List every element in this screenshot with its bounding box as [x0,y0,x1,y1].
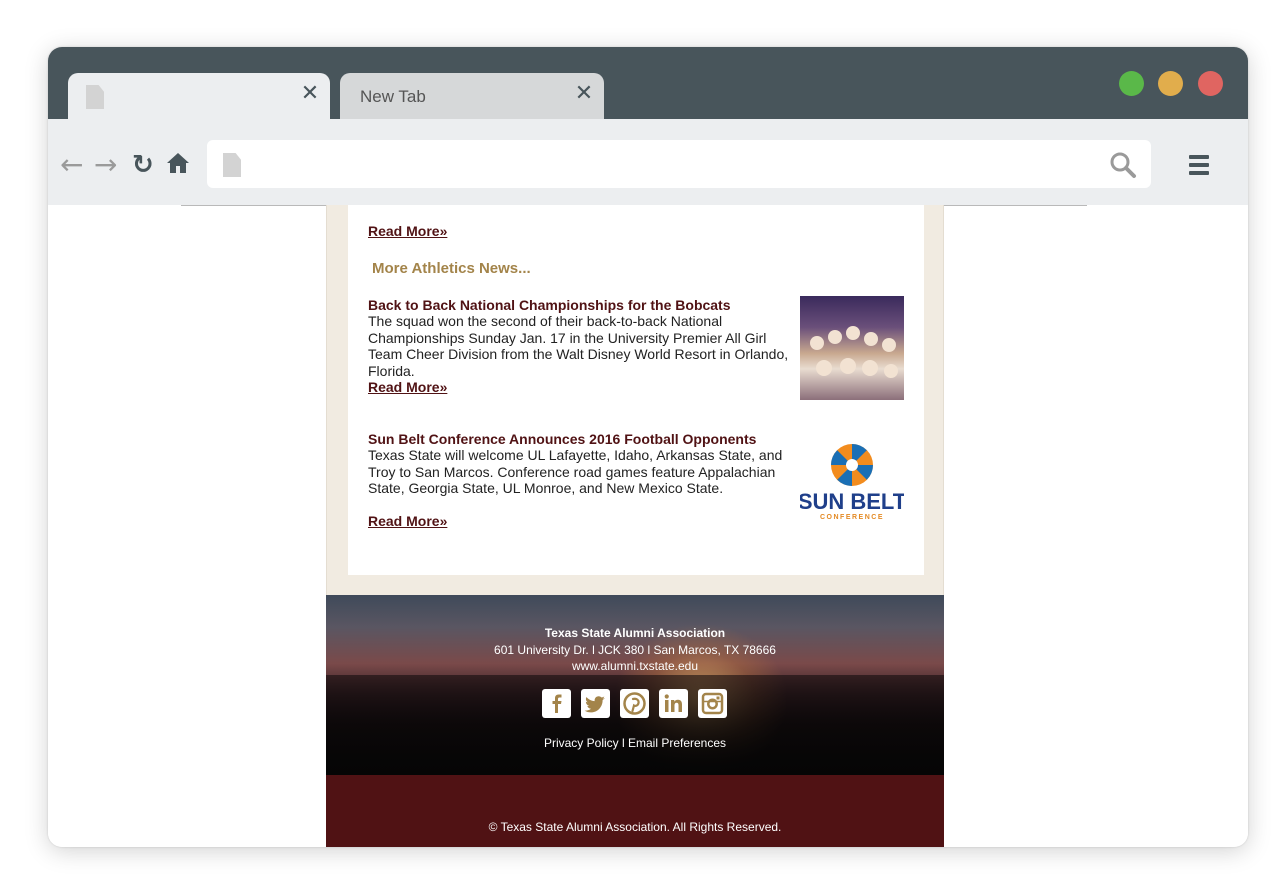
read-more-link[interactable]: Read More» [368,513,447,529]
read-more-link[interactable]: Read More» [368,379,447,395]
tab-new-tab-label: New Tab [360,87,426,106]
footer-org-name: Texas State Alumni Association [544,626,726,640]
tab-active[interactable]: ✕ [68,73,330,119]
pinterest-icon[interactable] [620,689,649,718]
footer-url-link[interactable]: www.alumni.txstate.edu [326,659,944,673]
sun-belt-logo-subtext: CONFERENCE [820,514,884,521]
close-window-button[interactable] [1198,71,1223,96]
back-arrow-icon[interactable]: ← [60,151,83,179]
section-heading: More Athletics News... [372,260,531,277]
article-body: Texas State will welcome UL Lafayette, I… [368,447,783,496]
footer-links[interactable]: Privacy Policy l Email Preferences [326,736,944,750]
read-more-link[interactable]: Read More» [368,223,447,239]
close-tab-icon[interactable]: ✕ [300,83,320,105]
search-icon[interactable] [1109,151,1137,179]
linkedin-icon[interactable] [659,689,688,718]
email-content: Read More» More Athletics News... Back t… [348,205,924,575]
facebook-icon[interactable] [542,689,571,718]
menu-icon[interactable] [1189,155,1209,175]
twitter-icon[interactable] [581,689,610,718]
footer-address: 601 University Dr. l JCK 380 l San Marco… [494,643,776,657]
article-body: The squad won the second of their back-t… [368,313,789,379]
page-icon [223,153,241,177]
instagram-icon[interactable] [698,689,727,718]
close-tab-icon[interactable]: ✕ [574,83,594,105]
maximize-button[interactable] [1119,71,1144,96]
email-body: Read More» More Athletics News... Back t… [326,205,944,595]
article-title[interactable]: Sun Belt Conference Announces 2016 Footb… [368,431,756,447]
home-icon[interactable] [166,151,190,181]
copyright-text: © Texas State Alumni Association. All Ri… [488,820,782,834]
address-bar[interactable] [207,140,1151,188]
sun-belt-logo[interactable]: SUN BELT CONFERENCE [798,443,907,523]
footer-copyright-bar: © Texas State Alumni Association. All Ri… [326,775,944,847]
forward-arrow-icon[interactable]: → [94,151,117,179]
article-title[interactable]: Back to Back National Championships for … [368,297,731,313]
cheer-team-photo[interactable] [800,296,904,400]
title-bar: ✕ New Tab ✕ [48,47,1248,119]
page-viewport: Read More» More Athletics News... Back t… [48,205,1248,847]
sun-belt-logo-text: SUN BELT [800,489,904,514]
browser-window: ✕ New Tab ✕ ← → ↻ Read More» More Athlet… [48,47,1248,847]
toolbar: ← → ↻ [48,119,1248,205]
tab-new-tab[interactable]: New Tab ✕ [340,73,604,119]
minimize-button[interactable] [1158,71,1183,96]
reload-icon[interactable]: ↻ [132,151,154,179]
footer-banner: Texas State Alumni Association 601 Unive… [326,595,944,775]
page-icon [86,85,104,109]
